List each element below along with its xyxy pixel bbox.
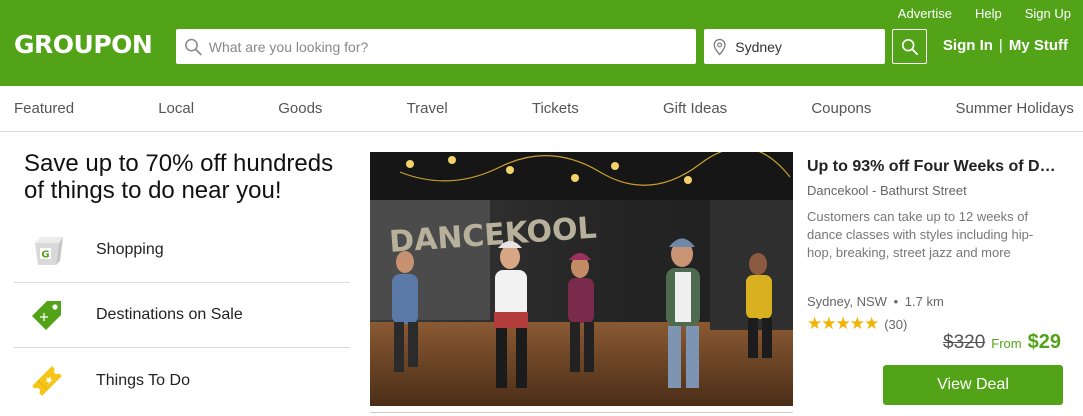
account-links: Sign In | My Stuff: [943, 37, 1068, 54]
search-icon: [901, 38, 918, 55]
my-stuff-link[interactable]: My Stuff: [1009, 37, 1068, 54]
bullet: •: [893, 294, 899, 309]
location-input[interactable]: [735, 38, 885, 55]
dance-class-photo: DANCEKOOL: [370, 152, 793, 406]
category-shopping[interactable]: G Shopping: [14, 218, 350, 283]
deal-rating: ★★★★★ (30): [807, 314, 907, 334]
nav-item-coupons[interactable]: Coupons: [811, 100, 871, 117]
deal-city: Sydney, NSW: [807, 294, 887, 309]
view-deal-button[interactable]: View Deal: [883, 365, 1063, 405]
star-rating-icon: ★★★★★: [807, 314, 879, 333]
ticket-icon: [26, 360, 68, 402]
help-link[interactable]: Help: [975, 6, 1002, 21]
divider: [370, 412, 793, 413]
deal-info: Up to 93% off Four Weeks of Dance Classe…: [807, 158, 1067, 262]
deal-title[interactable]: Up to 93% off Four Weeks of Dance Classe…: [807, 158, 1059, 176]
category-destinations-on-sale[interactable]: Destinations on Sale: [14, 283, 350, 348]
search-input[interactable]: [208, 38, 696, 55]
deal-distance: 1.7 km: [904, 294, 944, 309]
nav-item-gift-ideas[interactable]: Gift Ideas: [663, 100, 727, 117]
nav-item-featured[interactable]: Featured: [14, 100, 74, 117]
location-field[interactable]: [704, 29, 885, 64]
category-nav: Featured Local Goods Travel Tickets Gift…: [0, 86, 1083, 132]
search-button[interactable]: [892, 29, 927, 64]
sign-up-link[interactable]: Sign Up: [1025, 6, 1071, 21]
nav-item-local[interactable]: Local: [158, 100, 194, 117]
original-price: $320: [943, 332, 986, 353]
deal-image[interactable]: DANCEKOOL: [370, 152, 793, 406]
category-label: Shopping: [96, 241, 164, 258]
location-pin-icon: [713, 38, 726, 55]
deal-location: Sydney, NSW • 1.7 km: [807, 294, 944, 309]
header: Advertise Help Sign Up GROUPON Sign In |…: [0, 0, 1083, 86]
svg-text:G: G: [41, 250, 49, 261]
search-icon: [185, 38, 202, 55]
nav-item-summer-holidays[interactable]: Summer Holidays: [956, 100, 1074, 117]
category-label: Destinations on Sale: [96, 306, 243, 323]
nav-item-tickets[interactable]: Tickets: [532, 100, 579, 117]
from-label: From: [991, 336, 1022, 351]
category-things-to-do[interactable]: Things To Do: [14, 348, 350, 413]
nav-item-goods[interactable]: Goods: [278, 100, 322, 117]
groupon-logo[interactable]: GROUPON: [14, 30, 153, 59]
top-links: Advertise Help Sign Up: [898, 6, 1071, 21]
price: $320 From $29: [943, 331, 1061, 354]
deal-price: $29: [1027, 331, 1061, 353]
category-panel: Save up to 70% off hundreds of things to…: [14, 150, 350, 413]
sign-in-link[interactable]: Sign In: [943, 37, 993, 54]
promo-title: Save up to 70% off hundreds of things to…: [24, 150, 334, 204]
rating-count: (30): [884, 316, 908, 332]
search-field[interactable]: [176, 29, 696, 64]
price-tag-icon: [26, 294, 68, 336]
separator: |: [998, 37, 1003, 54]
shopping-bag-icon: G: [26, 229, 68, 271]
category-label: Things To Do: [96, 371, 190, 389]
advertise-link[interactable]: Advertise: [898, 6, 952, 21]
deal-merchant: Dancekool - Bathurst Street: [807, 183, 967, 198]
nav-item-travel[interactable]: Travel: [407, 100, 448, 117]
deal-description: Customers can take up to 12 weeks of dan…: [807, 209, 1034, 260]
